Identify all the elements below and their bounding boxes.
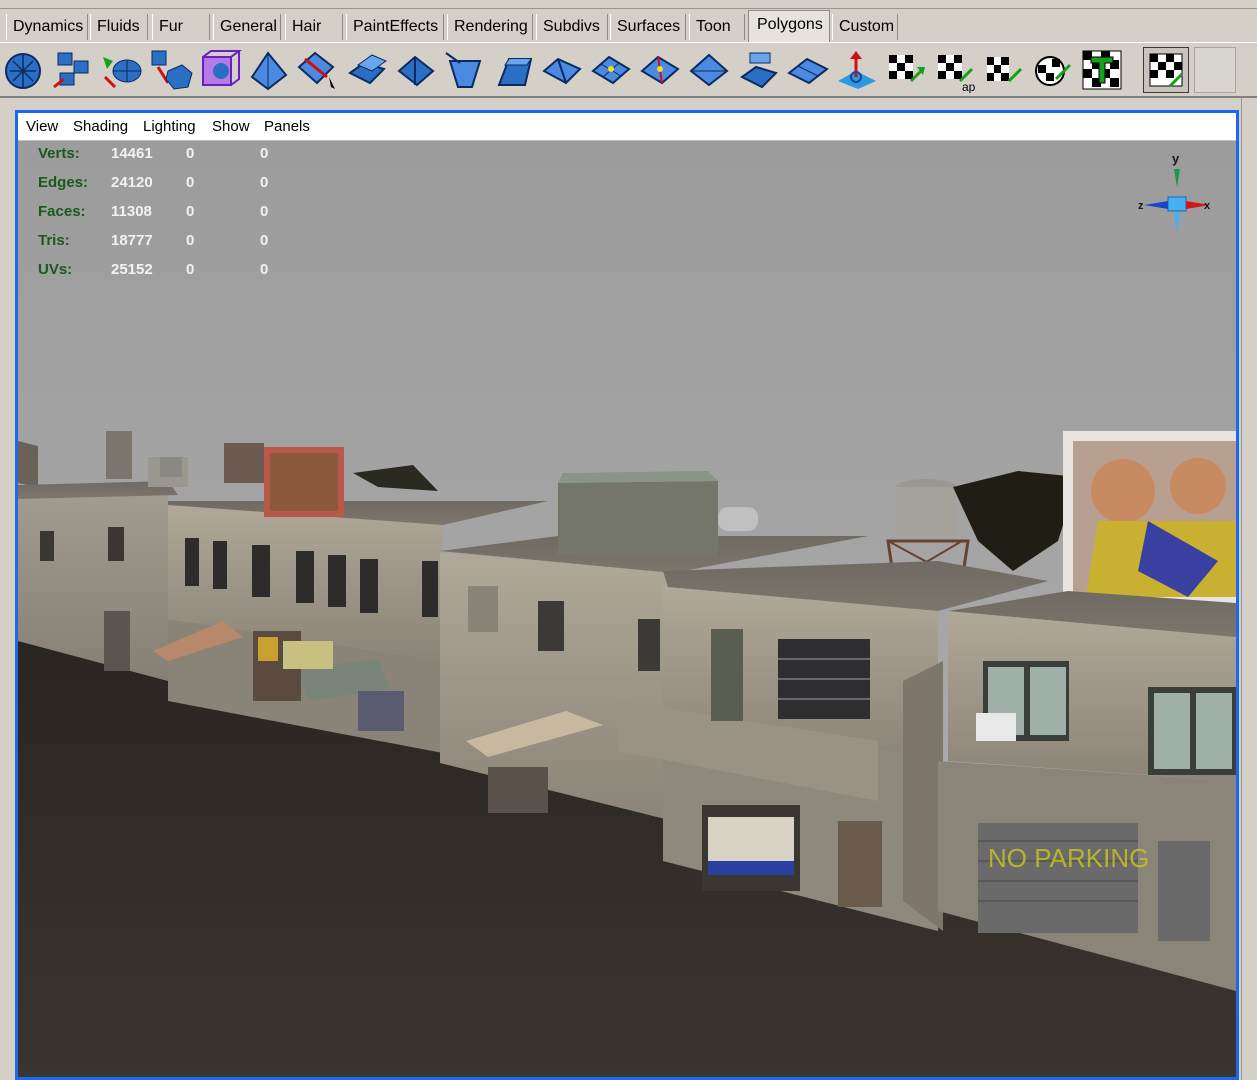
tab-surfaces[interactable]: Surfaces <box>610 14 686 40</box>
menu-panels[interactable]: Panels <box>264 118 310 135</box>
spherical-mapping-icon[interactable] <box>1030 47 1076 93</box>
hud-label: Faces: <box>38 203 86 220</box>
menu-view[interactable]: View <box>26 118 58 135</box>
hud-label: UVs: <box>38 261 73 278</box>
menu-lighting[interactable]: Lighting <box>143 118 196 135</box>
perspective-viewport-panel[interactable]: View Shading Lighting Show Panels NO PAR… <box>15 110 1239 1080</box>
combine-icon[interactable] <box>50 47 96 93</box>
hud-value: 0 <box>260 203 269 220</box>
view-axis-gizmo-icon[interactable]: y x z <box>1138 149 1218 249</box>
axis-label-y: y <box>1172 151 1180 166</box>
move-component-icon[interactable] <box>834 47 880 93</box>
hud-value: 0 <box>186 145 195 162</box>
tab-dynamics[interactable]: Dynamics <box>6 14 88 40</box>
menu-show[interactable]: Show <box>212 118 250 135</box>
menu-shading[interactable]: Shading <box>73 118 128 135</box>
hud-label: Edges: <box>38 174 89 191</box>
hud-value: 0 <box>186 174 195 191</box>
merge-vertices-icon[interactable] <box>687 47 733 93</box>
poke-face-icon[interactable] <box>442 47 488 93</box>
hud-row-edges: Edges: 24120 0 0 <box>38 174 298 196</box>
building-right: NO PARKING <box>938 591 1236 991</box>
split-polygon-icon[interactable] <box>295 47 341 93</box>
axis-arrow-z <box>1144 201 1168 209</box>
tab-custom[interactable]: Custom <box>832 14 898 40</box>
hud-row-faces: Faces: 11308 0 0 <box>38 203 298 225</box>
hud-value: 0 <box>186 203 195 220</box>
billboard-right <box>1063 431 1236 603</box>
empty-shelf-slot <box>1194 47 1236 93</box>
hud-value: 18777 <box>111 232 153 249</box>
axis-label-z: z <box>1138 200 1144 212</box>
hud-label: Verts: <box>38 145 80 162</box>
smooth-proxy-icon[interactable] <box>638 47 684 93</box>
automatic-mapping-icon[interactable]: ap <box>932 47 978 93</box>
svg-text:ap: ap <box>962 80 976 93</box>
tab-polygons[interactable]: Polygons <box>748 10 830 42</box>
append-polygon-icon[interactable] <box>246 47 292 93</box>
hud-label: Tris: <box>38 232 70 249</box>
hud-value: 25152 <box>111 261 153 278</box>
hud-value: 0 <box>260 261 269 278</box>
axis-label-x: x <box>1204 200 1211 212</box>
hud-row-tris: Tris: 18777 0 0 <box>38 232 298 254</box>
hud-value: 0 <box>260 145 269 162</box>
hud-value: 0 <box>260 174 269 191</box>
hud-value: 0 <box>186 232 195 249</box>
separate-icon[interactable] <box>99 47 145 93</box>
tab-rendering[interactable]: Rendering <box>447 14 533 40</box>
panel-menubar: View Shading Lighting Show Panels <box>18 113 1236 141</box>
polygons-shelf: ap <box>0 42 1257 98</box>
cylindrical-mapping-icon[interactable] <box>981 47 1027 93</box>
tab-hair[interactable]: Hair <box>285 14 343 40</box>
collapse-icon[interactable] <box>785 47 831 93</box>
tab-subdivs[interactable]: Subdivs <box>536 14 608 40</box>
sphere-wireframe-icon[interactable] <box>2 47 48 93</box>
subdivide-icon[interactable] <box>589 47 635 93</box>
hud-value: 14461 <box>111 145 153 162</box>
uv-texture-editor-icon[interactable] <box>1079 47 1125 93</box>
hud-value: 0 <box>186 261 195 278</box>
tab-fluids[interactable]: Fluids <box>90 14 148 40</box>
right-dock-strip <box>1241 98 1257 1080</box>
extrude-vertex-icon[interactable] <box>736 47 782 93</box>
bevel-icon[interactable] <box>491 47 537 93</box>
tab-fur[interactable]: Fur <box>152 14 210 40</box>
shelf-tab-bar: Dynamics Fluids Fur General Hair PaintEf… <box>0 8 1257 42</box>
axis-arrow-y <box>1174 169 1180 187</box>
extract-icon[interactable] <box>148 47 194 93</box>
planar-mapping-icon[interactable] <box>883 47 929 93</box>
tab-general[interactable]: General <box>213 14 281 40</box>
bounding-cube-icon[interactable] <box>197 47 243 93</box>
hud-value: 24120 <box>111 174 153 191</box>
graffiti-text: NO PARKING <box>988 843 1149 873</box>
tab-painteffects[interactable]: PaintEffects <box>346 14 444 40</box>
hud-value: 0 <box>260 232 269 249</box>
extrude-face-icon[interactable] <box>344 47 390 93</box>
hud-value: 11308 <box>111 203 152 220</box>
extrude-edge-icon[interactable] <box>393 47 439 93</box>
hud-row-verts: Verts: 14461 0 0 <box>38 145 298 167</box>
wedge-face-icon[interactable] <box>540 47 586 93</box>
tab-toon[interactable]: Toon <box>689 14 745 40</box>
texture-checker-icon[interactable] <box>1143 47 1189 93</box>
hud-row-uvs: UVs: 25152 0 0 <box>38 261 298 283</box>
